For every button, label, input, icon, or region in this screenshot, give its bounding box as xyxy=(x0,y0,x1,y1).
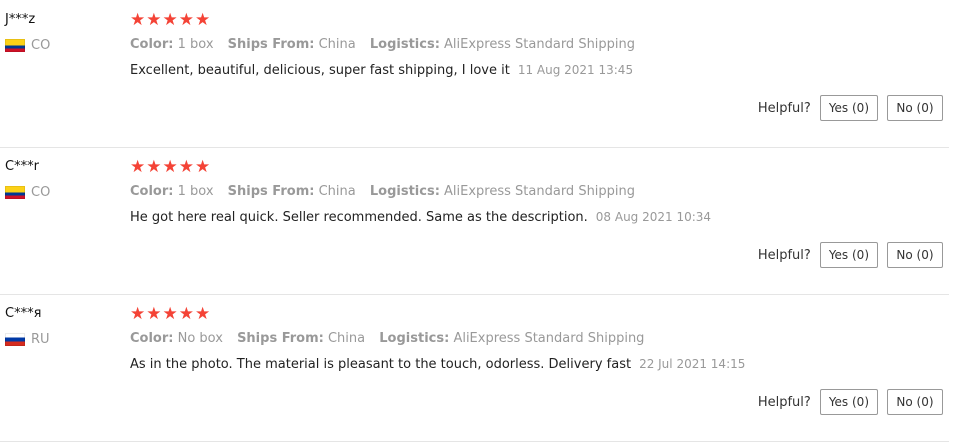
attr-ships-from: Ships From: China xyxy=(227,184,356,199)
star-rating: ★★★★★ xyxy=(130,157,212,177)
attr-color: Color: 1 box xyxy=(130,37,214,52)
star-rating: ★★★★★ xyxy=(130,10,212,30)
helpful-yes-button[interactable]: Yes (0) xyxy=(819,95,878,121)
helpful-section: Helpful? Yes (0) No (0) xyxy=(758,389,943,415)
review-text: Excellent, beautiful, delicious, super f… xyxy=(130,63,633,78)
attr-logistics: Logistics: AliExpress Standard Shipping xyxy=(379,331,645,346)
helpful-label: Helpful? xyxy=(757,100,811,116)
review-item: C***r CO ★★★★★ Color: 1 box Ships From: … xyxy=(0,147,949,295)
flag-icon-colombia xyxy=(5,186,25,199)
helpful-yes-button[interactable]: Yes (0) xyxy=(819,389,878,415)
helpful-yes-button[interactable]: Yes (0) xyxy=(819,242,878,268)
reviewer-country: RU xyxy=(5,332,50,347)
order-attributes: Color: 1 box Ships From: China Logistics… xyxy=(130,184,645,199)
order-attributes: Color: No box Ships From: China Logistic… xyxy=(130,331,654,346)
country-code: CO xyxy=(31,185,51,200)
helpful-section: Helpful? Yes (0) No (0) xyxy=(758,95,943,121)
attr-color: Color: No box xyxy=(130,331,223,346)
review-text: As in the photo. The material is pleasan… xyxy=(130,357,745,372)
country-code: CO xyxy=(31,38,51,53)
helpful-label: Helpful? xyxy=(757,394,811,410)
helpful-section: Helpful? Yes (0) No (0) xyxy=(758,242,943,268)
helpful-label: Helpful? xyxy=(757,247,811,263)
reviewer-name: J***z xyxy=(5,12,36,27)
flag-icon-colombia xyxy=(5,39,25,52)
helpful-no-button[interactable]: No (0) xyxy=(887,95,943,121)
attr-logistics: Logistics: AliExpress Standard Shipping xyxy=(369,37,636,52)
attr-color: Color: 1 box xyxy=(130,184,214,199)
flag-icon-russia xyxy=(5,333,25,346)
helpful-no-button[interactable]: No (0) xyxy=(887,242,943,268)
review-body: As in the photo. The material is pleasan… xyxy=(130,357,632,372)
country-code: RU xyxy=(31,332,50,347)
reviewer-country: CO xyxy=(5,185,50,200)
review-text: He got here real quick. Seller recommend… xyxy=(130,210,711,225)
review-date: 11 Aug 2021 13:45 xyxy=(517,63,634,77)
reviewer-name: C***r xyxy=(5,159,39,174)
review-body: Excellent, beautiful, delicious, super f… xyxy=(130,63,510,78)
order-attributes: Color: 1 box Ships From: China Logistics… xyxy=(130,37,645,52)
review-item: C***я RU ★★★★★ Color: No box Ships From:… xyxy=(0,294,949,442)
review-date: 22 Jul 2021 14:15 xyxy=(639,357,746,371)
reviewer-country: CO xyxy=(5,38,50,53)
attr-logistics: Logistics: AliExpress Standard Shipping xyxy=(369,184,636,199)
star-rating: ★★★★★ xyxy=(130,304,212,324)
review-item: J***z CO ★★★★★ Color: 1 box Ships From: … xyxy=(0,0,949,148)
review-date: 08 Aug 2021 10:34 xyxy=(595,210,712,224)
attr-ships-from: Ships From: China xyxy=(227,37,356,52)
reviewer-name: C***я xyxy=(5,306,42,321)
review-body: He got here real quick. Seller recommend… xyxy=(130,210,588,225)
attr-ships-from: Ships From: China xyxy=(237,331,366,346)
helpful-no-button[interactable]: No (0) xyxy=(887,389,943,415)
